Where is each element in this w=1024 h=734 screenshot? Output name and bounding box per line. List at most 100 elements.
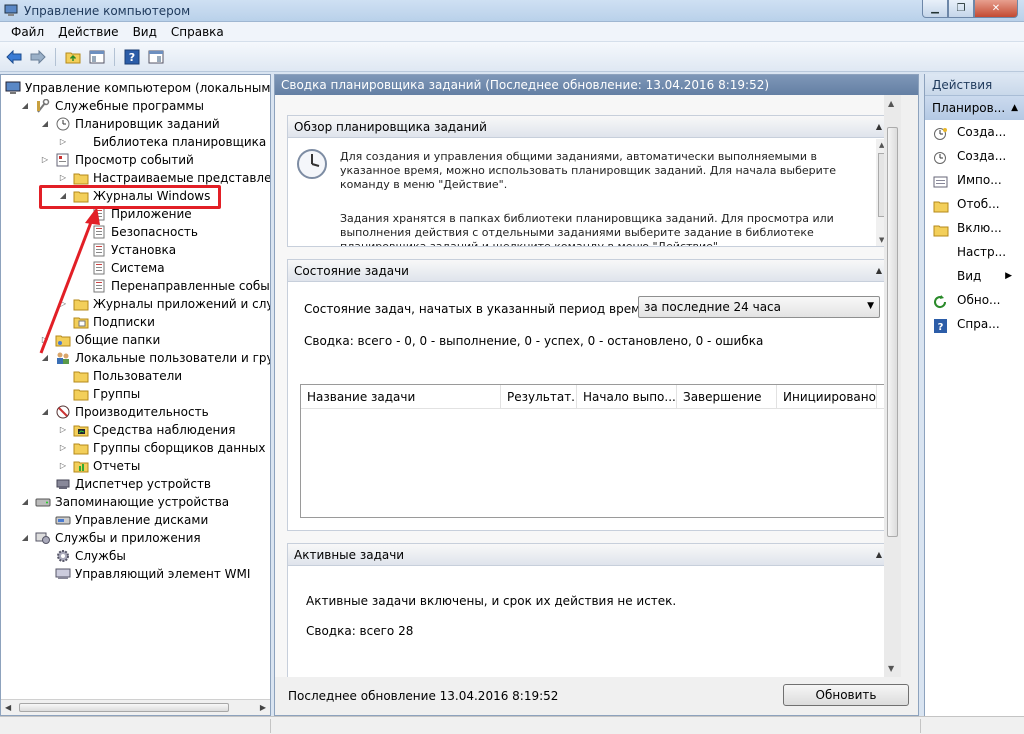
expanded-toggle-icon[interactable]: ◢ <box>21 493 29 511</box>
tree-item-label: Установка <box>111 243 177 257</box>
action-item[interactable]: Импо... <box>925 168 1024 192</box>
action-item[interactable]: ? Спра... <box>925 312 1024 336</box>
tree-item[interactable]: ▷ Средства наблюдения <box>1 421 270 439</box>
action-item[interactable]: Вид ▶ <box>925 264 1024 288</box>
overview-text-1: Для создания и управления общими задания… <box>340 150 836 191</box>
action-label: Созда... <box>957 125 1007 139</box>
status-header[interactable]: Состояние задачи ▲ <box>288 260 890 282</box>
content-vertical-scrollbar[interactable]: ▲ ▼ <box>884 95 901 677</box>
close-button[interactable]: ✕ <box>974 0 1018 18</box>
console-tree-icon <box>89 50 105 63</box>
menu-view[interactable]: Вид <box>126 25 164 39</box>
create-basic-task-icon <box>933 125 948 140</box>
tree-item-label: Пользователи <box>93 369 183 383</box>
menu-action[interactable]: Действие <box>51 25 125 39</box>
action-item[interactable]: Отоб... <box>925 192 1024 216</box>
active-summary: Сводка: всего 28 <box>306 624 414 638</box>
forward-arrow-icon <box>30 49 46 64</box>
tree-item[interactable]: ▷ Группы сборщиков данных <box>1 439 270 457</box>
actions-title: Действия <box>925 74 1024 96</box>
folder-icon <box>73 441 89 455</box>
wmi-icon <box>55 567 71 581</box>
collapsed-toggle-icon[interactable]: ▷ <box>41 151 49 169</box>
tree-item-label: Планировщик заданий <box>75 117 220 131</box>
expanded-toggle-icon[interactable]: ◢ <box>21 529 29 547</box>
scroll-thumb[interactable] <box>19 703 229 712</box>
tree-item[interactable]: ◢ Запоминающие устройства <box>1 493 270 511</box>
tree-item[interactable]: ▷ Просмотр событий <box>1 151 270 169</box>
scroll-right-icon[interactable]: ▶ <box>260 703 266 712</box>
tree-item[interactable]: ◢ Службы и приложения <box>1 529 270 547</box>
menu-bar: Файл Действие Вид Справка <box>0 22 1024 42</box>
collapsed-toggle-icon[interactable]: ▷ <box>59 421 67 439</box>
collapsed-toggle-icon[interactable]: ▷ <box>59 133 67 151</box>
tree-item-label: Диспетчер устройств <box>75 477 212 491</box>
column-start[interactable]: Начало выпо... <box>577 385 677 408</box>
expanded-toggle-icon[interactable]: ◢ <box>21 97 29 115</box>
folder-icon <box>933 221 949 237</box>
scroll-left-icon[interactable]: ◀ <box>5 703 11 712</box>
center-pane-header: Сводка планировщика заданий (Последнее о… <box>275 75 918 95</box>
menu-help[interactable]: Справка <box>164 25 231 39</box>
actions-subheader[interactable]: Планиров... ▲ <box>925 96 1024 120</box>
collapse-icon[interactable]: ▲ <box>1011 96 1018 120</box>
help-button[interactable]: ? <box>122 47 142 67</box>
scroll-up-icon[interactable]: ▲ <box>888 99 894 108</box>
collapsed-toggle-icon[interactable]: ▷ <box>59 439 67 457</box>
tree-item[interactable]: Группы <box>1 385 270 403</box>
folder-icon <box>933 197 949 213</box>
submenu-arrow-icon: ▶ <box>1005 271 1012 281</box>
column-task-name[interactable]: Название задачи <box>301 385 501 408</box>
action-item[interactable]: Созда... <box>925 120 1024 144</box>
overview-title: Обзор планировщика заданий <box>294 120 487 134</box>
refresh-button[interactable]: Обновить <box>783 684 909 706</box>
column-result[interactable]: Результат... <box>501 385 577 408</box>
tree-item[interactable]: ▷ Библиотека планировщика задан <box>1 133 270 151</box>
action-label: Обно... <box>957 293 1001 307</box>
tree-item-label: Группы сборщиков данных <box>93 441 266 455</box>
expanded-toggle-icon[interactable]: ◢ <box>41 403 49 421</box>
forward-button[interactable] <box>28 47 48 67</box>
menu-file[interactable]: Файл <box>4 25 51 39</box>
tree-item[interactable]: ▷ Отчеты <box>1 457 270 475</box>
tree-item[interactable]: Управляющий элемент WMI <box>1 565 270 583</box>
tree-item[interactable]: Пользователи <box>1 367 270 385</box>
tree-item[interactable]: ◢ Планировщик заданий <box>1 115 270 133</box>
tree-horizontal-scrollbar[interactable]: ◀ ▶ <box>1 699 270 715</box>
expanded-toggle-icon[interactable]: ◢ <box>41 115 49 133</box>
tree-item[interactable]: Службы <box>1 547 270 565</box>
action-item[interactable]: Вклю... <box>925 216 1024 240</box>
tree-item[interactable]: Диспетчер устройств <box>1 475 270 493</box>
folder-icon <box>73 387 89 401</box>
maximize-button[interactable]: ❐ <box>948 0 974 18</box>
action-label: Спра... <box>957 317 1000 331</box>
tree-item-label: Запоминающие устройства <box>55 495 230 509</box>
action-item[interactable]: Настр... <box>925 240 1024 264</box>
actions-subheader-label: Планиров... <box>932 101 1006 115</box>
table-header-row: Название задачи Результат... Начало выпо… <box>301 385 889 409</box>
content-scroll-thumb[interactable] <box>887 127 898 537</box>
period-dropdown[interactable]: за последние 24 часа ▼ <box>638 296 880 318</box>
action-label: Настр... <box>957 245 1007 259</box>
action-item[interactable]: Обно... <box>925 288 1024 312</box>
column-initiated[interactable]: Инициировано <box>777 385 877 408</box>
collapsed-toggle-icon[interactable]: ▷ <box>59 457 67 475</box>
active-header[interactable]: Активные задачи ▲ <box>288 544 890 566</box>
event-viewer-icon <box>55 153 71 167</box>
summary-content: Обзор планировщика заданий ▲ Для создани… <box>275 95 901 677</box>
show-hide-tree-button[interactable] <box>87 47 107 67</box>
back-button[interactable] <box>4 47 24 67</box>
tree-item[interactable]: Управление компьютером (локальным) <box>1 79 270 97</box>
computer-management-icon <box>4 4 18 16</box>
tree-item[interactable]: ◢ Служебные программы <box>1 97 270 115</box>
tree-item[interactable]: ◢ Производительность <box>1 403 270 421</box>
action-item[interactable]: Созда... <box>925 144 1024 168</box>
scroll-down-icon[interactable]: ▼ <box>888 664 894 673</box>
minimize-button[interactable]: ▁ <box>922 0 948 18</box>
show-hide-action-pane-button[interactable] <box>146 47 166 67</box>
status-summary: Сводка: всего - 0, 0 - выполнение, 0 - у… <box>304 334 764 348</box>
column-end[interactable]: Завершение в... <box>677 385 777 408</box>
overview-header[interactable]: Обзор планировщика заданий ▲ <box>288 116 890 138</box>
up-level-button[interactable] <box>63 47 83 67</box>
tree-item[interactable]: Управление дисками <box>1 511 270 529</box>
